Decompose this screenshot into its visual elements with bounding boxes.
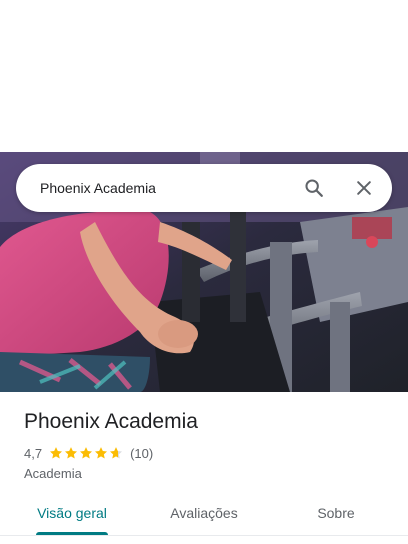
half-star-icon — [110, 447, 123, 459]
star-rating — [49, 446, 124, 460]
star-icon — [80, 447, 93, 459]
search-icon[interactable] — [302, 176, 326, 200]
close-icon[interactable] — [352, 176, 376, 200]
rating-row[interactable]: 4,7 (10) — [24, 444, 153, 462]
tab-bar: Visão geral Avaliações Sobre — [0, 492, 408, 536]
star-icon — [50, 447, 63, 459]
divider — [0, 535, 408, 536]
review-count[interactable]: (10) — [130, 446, 153, 461]
star-icon — [95, 447, 108, 459]
tab-reviews[interactable]: Avaliações — [158, 492, 250, 536]
star-icon — [65, 447, 78, 459]
tab-overview[interactable]: Visão geral — [24, 492, 120, 536]
rating-value: 4,7 — [24, 445, 43, 461]
place-category[interactable]: Academia — [24, 465, 82, 483]
search-input[interactable]: Phoenix Academia — [40, 178, 156, 198]
search-bar[interactable]: Phoenix Academia — [16, 164, 392, 212]
tab-about[interactable]: Sobre — [300, 492, 372, 536]
place-title: Phoenix Academia — [24, 410, 198, 433]
